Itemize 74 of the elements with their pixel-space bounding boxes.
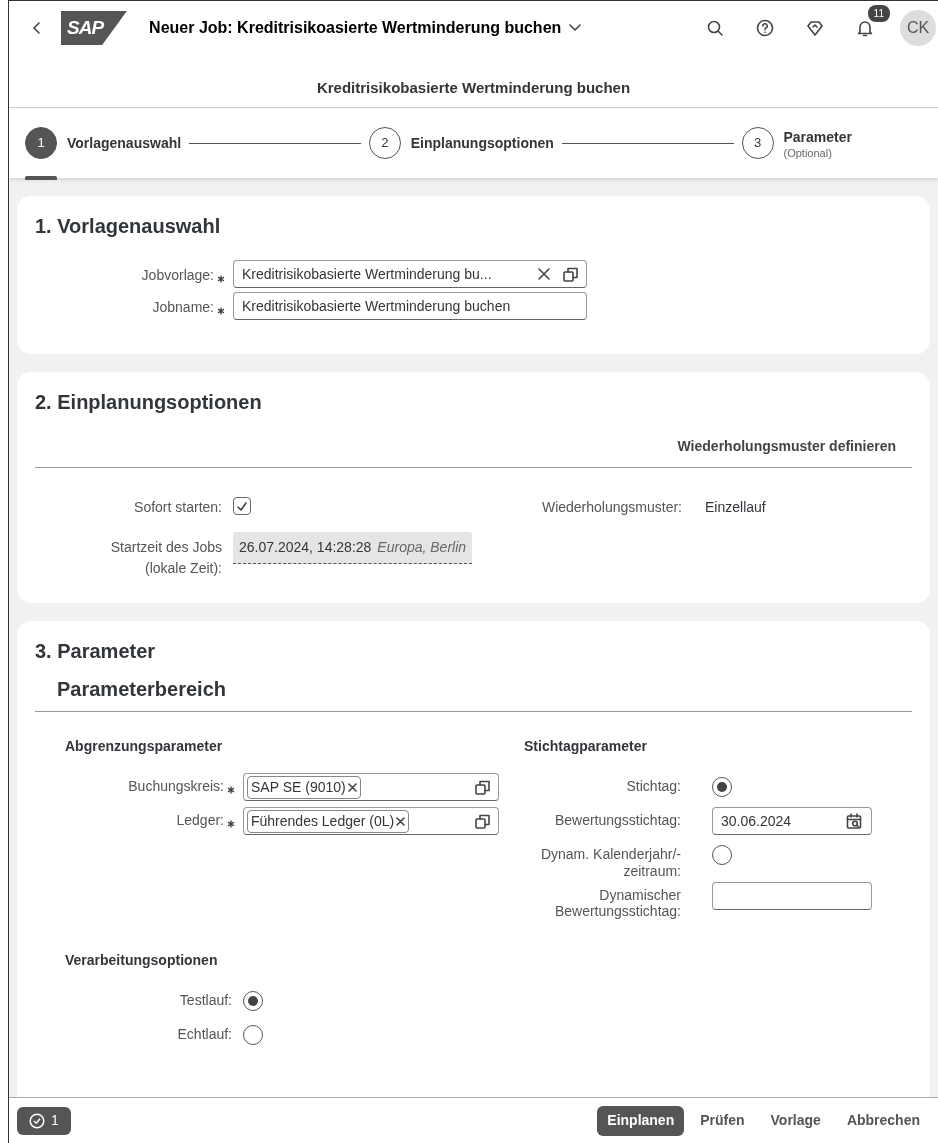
- checkmark-icon: [236, 500, 248, 512]
- remove-icon: [396, 816, 406, 826]
- message-button[interactable]: 1: [17, 1106, 71, 1135]
- token[interactable]: Führendes Ledger (0L): [247, 809, 410, 833]
- field-label: Dynam. Kalenderjahr/-zeitraum:: [539, 846, 681, 880]
- field-label: Buchungskreis:: [128, 778, 224, 796]
- checkbox[interactable]: [233, 497, 251, 515]
- define-recurrence-link[interactable]: Wiederholungsmuster definieren: [677, 436, 896, 457]
- calendar-icon: [846, 813, 862, 829]
- chevron-down-icon: [569, 24, 582, 32]
- value-help-button[interactable]: [474, 779, 490, 795]
- field-label: Wiederholungsmuster:: [541, 498, 682, 517]
- action-button[interactable]: Einplanen: [597, 1105, 685, 1136]
- radio-button[interactable]: [243, 991, 263, 1012]
- diamond-icon: [806, 19, 824, 37]
- multi-input-field[interactable]: Führendes Ledger (0L): [243, 807, 499, 835]
- field-label: Testlauf:: [179, 992, 232, 1009]
- search-icon: [706, 19, 724, 37]
- bell-icon: [856, 19, 874, 37]
- copy-icon: [474, 813, 490, 829]
- required-icon: [217, 275, 225, 284]
- clear-button[interactable]: [536, 266, 552, 282]
- user-avatar[interactable]: CK: [900, 10, 936, 46]
- check-circle-icon: [29, 1112, 45, 1129]
- field-label: Ledger:: [176, 812, 224, 830]
- section-title: 1. Vorlagenauswahl: [35, 214, 222, 238]
- wizard-step[interactable]: 2 Einplanungsoptionen: [368, 127, 554, 159]
- multi-input-field[interactable]: SAP SE (9010): [243, 773, 499, 801]
- input-field[interactable]: Kreditrisikobasierte Wertminderung buchen: [233, 292, 587, 320]
- title-menu-button[interactable]: Neuer Job: Kreditrisikoasierte Wertminderung buchen: [149, 13, 582, 43]
- action-button[interactable]: Abbrechen: [836, 1105, 930, 1136]
- token[interactable]: SAP SE (9010): [247, 775, 361, 799]
- input-field[interactable]: [712, 881, 872, 910]
- copy-icon: [474, 779, 490, 795]
- value-help-button[interactable]: [474, 813, 490, 829]
- remove-icon: [347, 782, 357, 792]
- selected-step-indicator: [25, 176, 57, 180]
- required-icon: [227, 786, 235, 795]
- date-picker-field[interactable]: 30.06.2024: [712, 807, 872, 835]
- field-label: Bewertungsstichtag:: [554, 812, 681, 829]
- group-title: Abgrenzungsparameter: [65, 737, 224, 756]
- action-button[interactable]: Prüfen: [690, 1105, 755, 1136]
- help-icon: [756, 19, 774, 37]
- wizard-step[interactable]: 1 Vorlagenauswahl: [25, 127, 182, 159]
- area-title: Parameterbereich: [35, 669, 912, 712]
- required-icon: [227, 820, 235, 829]
- value-help-button[interactable]: [562, 266, 578, 282]
- combo-box-field[interactable]: Kreditrisikobasierte Wertminderung bu...: [233, 260, 587, 288]
- radio-button[interactable]: [712, 777, 732, 797]
- calendar-button[interactable]: [845, 812, 863, 830]
- datetime-field: 26.07.2024, 14:28:28 Europa, Berlin: [233, 532, 473, 564]
- radio-button[interactable]: [243, 1025, 263, 1046]
- field-label: Sofort starten:: [134, 498, 222, 517]
- radio-button[interactable]: [712, 845, 732, 865]
- group-title: Stichtagparameter: [524, 737, 648, 756]
- field-label: Startzeit des Jobs (lokale Zeit):: [109, 538, 222, 578]
- field-label: Jobname:: [152, 298, 214, 317]
- required-icon: [217, 307, 225, 316]
- group-title: Verarbeitungsoptionen: [65, 951, 219, 971]
- copy-icon: [562, 266, 578, 282]
- close-icon: [538, 268, 550, 280]
- field-label: Jobvorlage:: [141, 266, 214, 285]
- wizard-step[interactable]: 3 Parameter (Optional): [741, 127, 852, 159]
- section-title: 3. Parameter: [35, 639, 157, 663]
- field-label: Stichtag:: [626, 778, 681, 795]
- field-label: Dynamischer Bewertungsstichtag:: [553, 886, 681, 921]
- action-button[interactable]: Vorlage: [760, 1105, 831, 1136]
- field-value: Einzellauf: [705, 498, 766, 517]
- field-label: Echtlauf:: [177, 1026, 232, 1043]
- section-title: 2. Einplanungsoptionen: [35, 390, 263, 414]
- logo: SAP: [61, 10, 128, 46]
- page-title: Kreditrisikobasierte Wertminderung buchen: [316, 77, 631, 98]
- notification-count: 11: [867, 5, 890, 22]
- back-icon: [31, 22, 41, 34]
